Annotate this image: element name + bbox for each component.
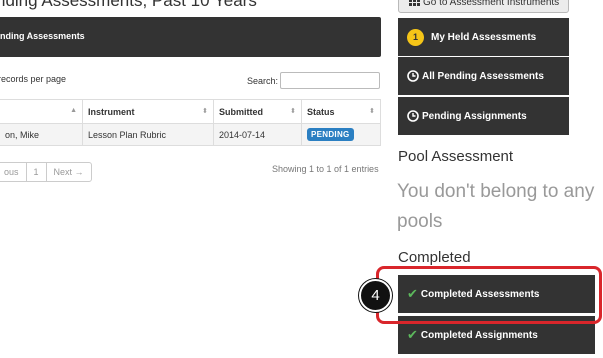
column-header-instrument[interactable]: Instrument ⬍ (82, 99, 214, 124)
showing-entries-text: Showing 1 to 1 of 1 entries (272, 164, 379, 174)
records-per-page-label: records per page (0, 74, 67, 84)
cell-name: on, Mike (0, 123, 83, 146)
pool-assessment-heading: Pool Assessment (398, 148, 514, 165)
table-row[interactable]: on, Mike Lesson Plan Rubric 2014-07-14 P… (0, 123, 381, 146)
step-number-badge: 4 (359, 279, 392, 312)
check-icon: ✔ (407, 327, 418, 342)
sort-icon: ⬍ (369, 108, 375, 115)
completed-assignments-label: Completed Assignments (420, 329, 538, 341)
cell-status: PENDING (301, 123, 381, 146)
cell-submitted: 2014-07-14 (213, 123, 302, 146)
sort-icon: ⬍ (290, 108, 296, 115)
search-label: Search: (247, 76, 279, 86)
next-page-button[interactable]: Next → (47, 163, 91, 181)
cell-instrument: Lesson Plan Rubric (82, 123, 214, 146)
column-header-status[interactable]: Status ⬍ (301, 99, 381, 124)
clock-icon (407, 70, 419, 82)
pending-assignments-button[interactable]: Pending Assignments (398, 97, 569, 135)
pending-assignments-label: Pending Assignments (422, 110, 527, 122)
previous-page-button[interactable]: ous (0, 163, 27, 181)
column-header-submitted[interactable]: Submitted ⬍ (213, 99, 302, 124)
page-1-button[interactable]: 1 (27, 163, 47, 181)
section-header: nding Assessments (0, 17, 381, 57)
search-input[interactable] (280, 72, 380, 89)
clock-icon (407, 110, 419, 122)
column-header-name[interactable]: ▲ (0, 99, 83, 124)
held-count-badge: 1 (407, 28, 424, 46)
callout-highlight (376, 266, 602, 324)
all-pending-assessments-label: All Pending Assessments (422, 70, 544, 82)
completed-heading: Completed (398, 249, 471, 266)
sort-icon: ⬍ (202, 108, 208, 115)
all-pending-assessments-button[interactable]: All Pending Assessments (398, 57, 569, 95)
section-header-text: nding Assessments (0, 31, 85, 41)
go-to-instruments-button[interactable]: Go to Assessment Instruments (398, 0, 569, 13)
grid-icon (409, 0, 420, 6)
pagination: ous 1 Next → (0, 162, 92, 182)
go-to-instruments-label: Go to Assessment Instruments (423, 0, 560, 8)
table-header-row: ▲ Instrument ⬍ Submitted ⬍ Status ⬍ (0, 99, 381, 124)
pool-message: You don't belong to any pools (397, 181, 595, 232)
status-badge: PENDING (307, 128, 354, 141)
assessments-table: ▲ Instrument ⬍ Submitted ⬍ Status ⬍ on, Mik… (0, 99, 381, 146)
my-held-assessments-label: My Held Assessments (431, 31, 537, 43)
sort-asc-icon: ▲ (70, 107, 77, 114)
my-held-assessments-button[interactable]: 1 My Held Assessments (398, 18, 569, 56)
page-title: nding Assessments, Past 10 Years (0, 0, 257, 10)
